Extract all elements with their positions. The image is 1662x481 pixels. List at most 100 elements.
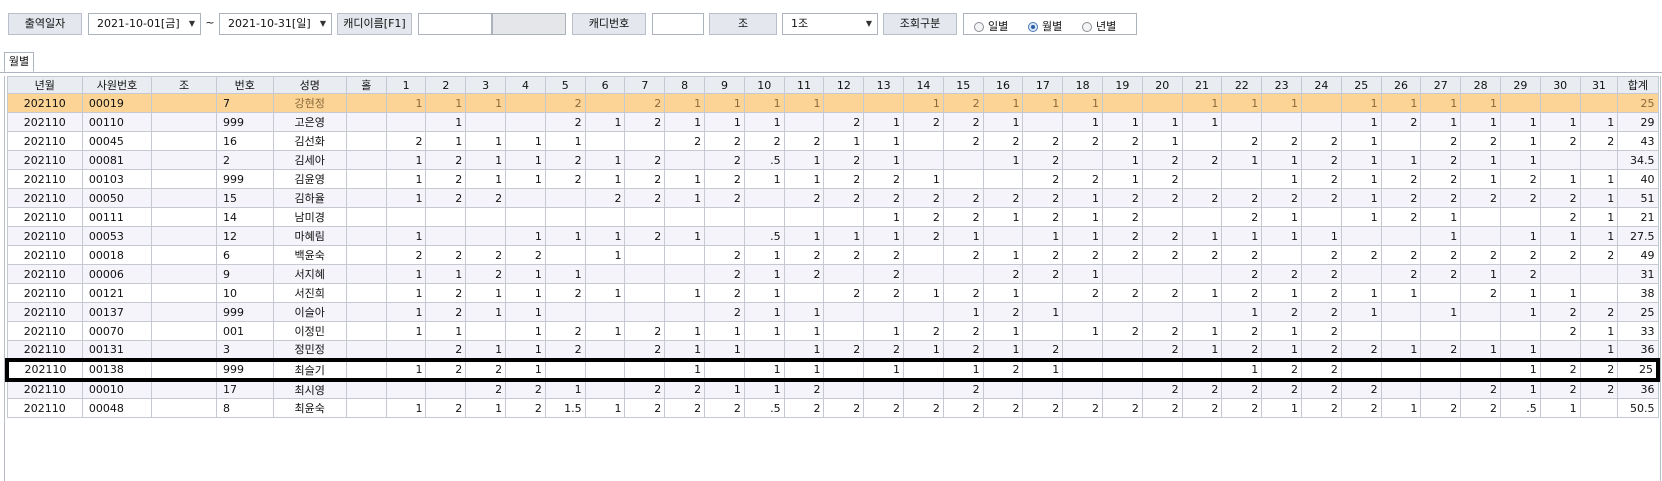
table-cell[interactable]: 49 xyxy=(1617,245,1659,265)
table-cell[interactable] xyxy=(1141,264,1183,284)
table-cell[interactable]: 1 xyxy=(783,169,825,189)
table-cell[interactable] xyxy=(1460,357,1501,382)
table-cell[interactable]: 2 xyxy=(704,283,745,303)
table-cell[interactable]: 2 xyxy=(1301,302,1342,322)
table-cell[interactable]: 202110 xyxy=(6,264,83,284)
table-cell[interactable] xyxy=(1062,340,1104,360)
table-cell[interactable]: 2 xyxy=(743,131,785,151)
table-cell[interactable]: 1 xyxy=(1500,283,1541,303)
column-header[interactable]: 9 xyxy=(704,76,745,94)
column-header[interactable]: 29 xyxy=(1500,76,1541,94)
table-cell[interactable]: 1 xyxy=(1062,226,1104,246)
column-header[interactable]: 년월 xyxy=(6,76,83,94)
table-cell[interactable] xyxy=(903,302,944,322)
table-cell[interactable]: 202110 xyxy=(6,283,83,303)
table-cell[interactable]: 1 xyxy=(664,188,706,208)
radio-daily[interactable]: 일별 xyxy=(974,17,1008,37)
table-cell[interactable] xyxy=(1420,357,1462,382)
table-cell[interactable]: 2 xyxy=(544,169,586,189)
table-cell[interactable]: 2 xyxy=(544,112,586,132)
table-cell[interactable]: 2 xyxy=(1022,207,1064,227)
column-header[interactable]: 28 xyxy=(1460,76,1501,94)
table-cell[interactable] xyxy=(465,207,507,227)
table-cell[interactable]: 1 xyxy=(465,93,507,113)
table-cell[interactable]: 2 xyxy=(544,321,586,341)
table-cell[interactable] xyxy=(1221,169,1263,189)
table-cell[interactable] xyxy=(903,131,944,151)
table-cell[interactable]: 2 xyxy=(1261,188,1303,208)
table-cell[interactable]: 1 xyxy=(1420,302,1462,322)
table-cell[interactable]: 2 xyxy=(1539,207,1581,227)
table-cell[interactable]: 00045 xyxy=(81,131,153,151)
table-cell[interactable]: 1 xyxy=(903,169,944,189)
table-cell[interactable] xyxy=(584,379,626,399)
table-row[interactable]: 202110 00018 6 백윤숙 2 2 2 2 1 2 1 2 2 2 2 1 2 2 2 2 2 2 2 2 2 2 2 2 2… xyxy=(6,245,1659,265)
table-cell[interactable]: 2 xyxy=(863,188,905,208)
table-cell[interactable]: 1 xyxy=(743,379,785,399)
table-cell[interactable]: 1 xyxy=(1380,340,1422,360)
table-cell[interactable]: 2 xyxy=(1301,150,1342,170)
table-cell[interactable]: 2 xyxy=(544,93,586,113)
table-cell[interactable]: 2 xyxy=(1460,283,1501,303)
table-cell[interactable]: 2 xyxy=(903,112,944,132)
chevron-down-icon[interactable]: ▼ xyxy=(866,14,872,34)
table-cell[interactable]: 1 xyxy=(1340,131,1382,151)
table-cell[interactable] xyxy=(345,340,387,360)
table-cell[interactable]: 00019 xyxy=(81,93,153,113)
radio-monthly[interactable]: 월별 xyxy=(1028,17,1062,37)
table-cell[interactable]: 1 xyxy=(863,150,905,170)
table-cell[interactable]: 1 xyxy=(425,131,467,151)
table-cell[interactable] xyxy=(425,379,467,399)
table-cell[interactable]: 2 xyxy=(1380,207,1422,227)
table-cell[interactable]: 33 xyxy=(1617,321,1659,341)
table-cell[interactable]: 1 xyxy=(1500,131,1541,151)
table-cell[interactable]: 2 xyxy=(624,340,666,360)
table-cell[interactable]: 1 xyxy=(982,340,1024,360)
table-cell[interactable]: 2 xyxy=(1460,398,1501,418)
table-cell[interactable]: 2 xyxy=(942,379,984,399)
table-cell[interactable]: 1 xyxy=(982,112,1024,132)
table-cell[interactable] xyxy=(1420,283,1462,303)
table-cell[interactable]: 1 xyxy=(1141,131,1183,151)
table-cell[interactable]: 1 xyxy=(1340,169,1382,189)
table-cell[interactable]: 2 xyxy=(624,226,666,246)
table-cell[interactable]: 1 xyxy=(1380,283,1422,303)
table-cell[interactable]: 1 xyxy=(783,340,825,360)
chevron-down-icon[interactable]: ▼ xyxy=(320,14,326,34)
table-cell[interactable] xyxy=(743,188,785,208)
table-cell[interactable]: 1 xyxy=(425,93,467,113)
table-cell[interactable]: 2 xyxy=(942,112,984,132)
table-cell[interactable]: .5 xyxy=(743,226,785,246)
table-cell[interactable] xyxy=(465,321,507,341)
table-row[interactable]: 202110 00137 999 이슬아 1 2 1 1 2 1 1 1 2 1 1 2 2 1 1 1 2 2 25 xyxy=(6,302,1659,322)
table-cell[interactable]: 2 xyxy=(505,245,546,265)
table-cell[interactable]: 16 xyxy=(216,131,274,151)
column-header[interactable]: 24 xyxy=(1301,76,1342,94)
table-cell[interactable] xyxy=(345,226,387,246)
table-cell[interactable]: 1 xyxy=(1261,321,1303,341)
table-cell[interactable]: 2 xyxy=(1340,340,1382,360)
table-cell[interactable]: 1 xyxy=(584,150,626,170)
table-row[interactable]: 202110 00103 999 김윤영 1 2 1 1 2 1 2 1 2 1 1 2 2 1 2 2 1 2 1 2 1 2 2… xyxy=(6,169,1659,189)
column-header[interactable]: 26 xyxy=(1380,76,1422,94)
table-cell[interactable]: 2 xyxy=(1221,379,1263,399)
table-cell[interactable]: 1 xyxy=(1380,150,1422,170)
table-cell[interactable] xyxy=(1102,357,1143,382)
table-cell[interactable] xyxy=(863,302,905,322)
table-cell[interactable] xyxy=(624,302,666,322)
table-cell[interactable] xyxy=(151,188,217,208)
table-cell[interactable]: 2 xyxy=(1301,131,1342,151)
table-cell[interactable]: 2 xyxy=(903,188,944,208)
table-cell[interactable]: 00053 xyxy=(81,226,153,246)
table-cell[interactable] xyxy=(1460,226,1501,246)
table-cell[interactable]: 1 xyxy=(982,207,1024,227)
table-cell[interactable]: 1 xyxy=(1181,226,1223,246)
table-cell[interactable] xyxy=(1460,321,1501,341)
table-row[interactable]: 202110 00050 15 김하율 1 2 2 2 2 1 2 2 2 2 2 2 2 2 1 2 2 2 2 2 2 1 2 2… xyxy=(6,188,1659,208)
table-cell[interactable]: 1 xyxy=(664,340,706,360)
table-cell[interactable]: 2 xyxy=(1539,188,1581,208)
table-cell[interactable] xyxy=(1022,283,1064,303)
table-cell[interactable]: 1 xyxy=(1181,340,1223,360)
table-cell[interactable] xyxy=(544,357,586,382)
table-cell[interactable]: 1 xyxy=(425,321,467,341)
